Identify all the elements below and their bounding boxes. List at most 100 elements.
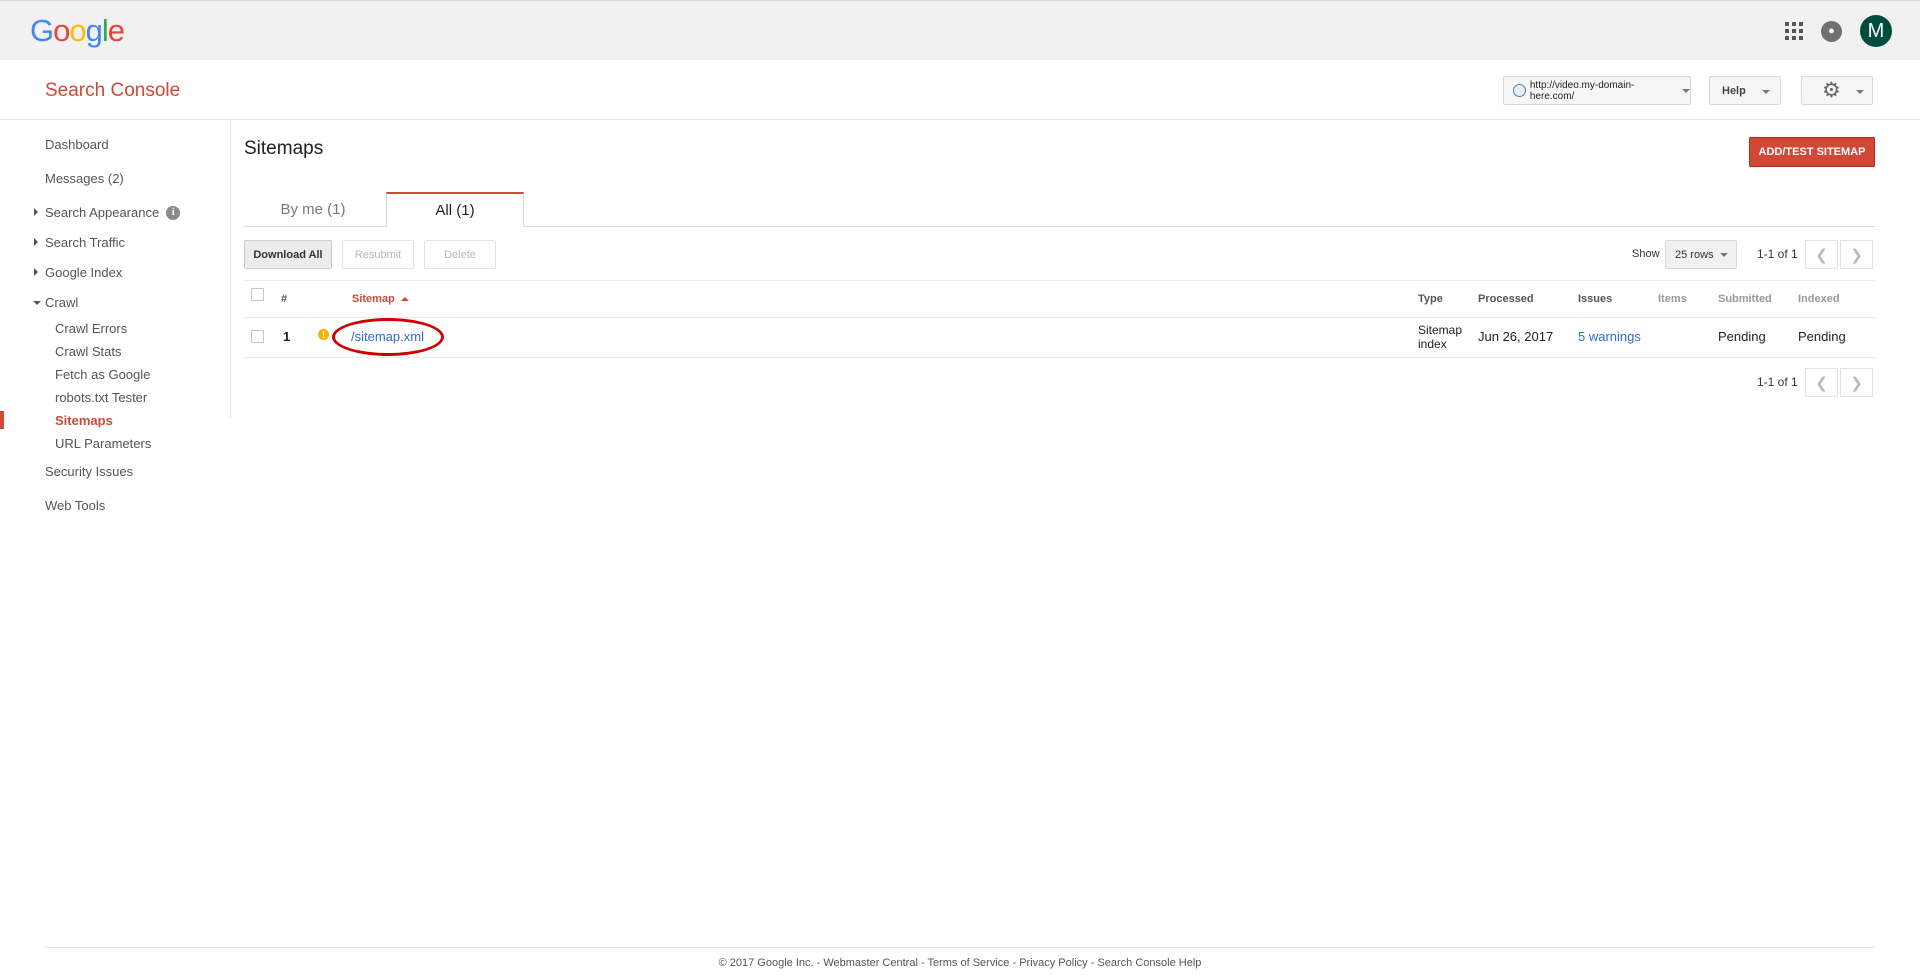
logo-letter: e	[107, 13, 125, 48]
chevron-down-icon	[1762, 90, 1770, 94]
rows-per-page-select[interactable]: 25 rows	[1665, 240, 1737, 269]
next-page-button[interactable]: ❯	[1840, 240, 1873, 269]
pager-text: 1-1 of 1	[1757, 247, 1798, 261]
row-indexed: Pending	[1798, 329, 1846, 344]
sidebar-item-crawl[interactable]: Crawl	[45, 295, 78, 310]
tab-by-me[interactable]: By me (1)	[244, 192, 382, 227]
bottom-prev-page-button[interactable]: ❮	[1805, 368, 1838, 397]
expand-arrow-icon[interactable]	[34, 208, 38, 216]
table-bottom-border	[244, 357, 1875, 358]
sidebar-item-url-parameters[interactable]: URL Parameters	[55, 436, 151, 451]
site-selector[interactable]: http://video.my-domain-here.com/	[1503, 76, 1691, 105]
footer-separator: -	[1009, 957, 1020, 969]
column-header-sitemap[interactable]: Sitemap	[352, 293, 409, 305]
chevron-left-icon: ❮	[1815, 374, 1828, 392]
sidebar-item-search-traffic[interactable]: Search Traffic	[45, 235, 125, 250]
table-header-border	[244, 317, 1875, 318]
sort-ascending-icon	[400, 297, 409, 301]
active-indicator	[0, 411, 4, 429]
help-button[interactable]: Help	[1709, 76, 1781, 105]
sidebar-item-messages[interactable]: Messages (2)	[45, 171, 124, 186]
sidebar-item-security-issues[interactable]: Security Issues	[45, 464, 133, 479]
chevron-down-icon	[1682, 88, 1690, 93]
logo-letter: o	[69, 13, 86, 48]
sidebar-item-crawl-stats[interactable]: Crawl Stats	[55, 344, 121, 359]
footer: © 2017 Google Inc. - Webmaster Central -…	[0, 957, 1920, 969]
footer-separator: -	[813, 957, 824, 969]
sidebar-item-label: Search Appearance	[45, 205, 160, 220]
chevron-right-icon: ❯	[1850, 374, 1863, 392]
sidebar-item-crawl-errors[interactable]: Crawl Errors	[55, 321, 127, 336]
add-test-sitemap-button[interactable]: ADD/TEST SITEMAP	[1749, 137, 1875, 167]
prev-page-button[interactable]: ❮	[1805, 240, 1838, 269]
rows-value: 25 rows	[1675, 248, 1714, 261]
bottom-pager-text: 1-1 of 1	[1757, 375, 1798, 389]
footer-divider	[44, 947, 1875, 948]
sidebar-item-robots-tester[interactable]: robots.txt Tester	[55, 390, 147, 405]
row-issues-link[interactable]: 5 warnings	[1578, 329, 1641, 344]
collapse-arrow-icon[interactable]	[33, 301, 41, 305]
show-label: Show	[1632, 248, 1660, 260]
google-logo[interactable]: Google	[30, 13, 125, 49]
warning-icon[interactable]: !	[318, 329, 329, 340]
footer-link-privacy[interactable]: Privacy Policy	[1019, 957, 1087, 969]
sidebar-item-dashboard[interactable]: Dashboard	[45, 137, 109, 152]
gear-icon: ⚙	[1822, 79, 1841, 102]
google-bar: Google ● M	[0, 0, 1920, 60]
google-bar-actions: ● M	[1785, 15, 1892, 47]
row-type: Sitemap index	[1418, 323, 1462, 351]
column-header-number: #	[281, 293, 288, 305]
chevron-left-icon: ❮	[1815, 246, 1828, 264]
table-top-border	[244, 280, 1875, 281]
sidebar-item-search-appearance[interactable]: Search Appearance i	[45, 205, 181, 220]
column-header-indexed[interactable]: Indexed	[1798, 293, 1840, 305]
bottom-next-page-button[interactable]: ❯	[1840, 368, 1873, 397]
chevron-down-icon	[1719, 252, 1728, 257]
expand-arrow-icon[interactable]	[34, 238, 38, 246]
sidebar-item-sitemaps[interactable]: Sitemaps	[55, 413, 113, 428]
footer-link-help[interactable]: Search Console Help	[1097, 957, 1201, 969]
column-header-sitemap-label: Sitemap	[352, 293, 395, 305]
footer-separator: -	[1087, 957, 1098, 969]
sitemap-link[interactable]: /sitemap.xml	[351, 329, 424, 344]
column-header-processed[interactable]: Processed	[1478, 293, 1534, 305]
select-all-checkbox[interactable]	[251, 288, 264, 301]
row-checkbox[interactable]	[251, 330, 264, 343]
delete-button[interactable]: Delete	[424, 240, 496, 269]
column-header-issues[interactable]: Issues	[1578, 293, 1612, 305]
chevron-right-icon: ❯	[1850, 246, 1863, 264]
resubmit-button[interactable]: Resubmit	[342, 240, 414, 269]
globe-icon	[1513, 84, 1526, 97]
column-header-items[interactable]: Items	[1658, 293, 1687, 305]
row-number: 1	[283, 329, 291, 344]
row-type-line1: Sitemap	[1418, 323, 1463, 337]
footer-copyright: © 2017 Google Inc.	[718, 957, 814, 969]
sidebar-item-fetch-as-google[interactable]: Fetch as Google	[55, 367, 150, 382]
download-all-button[interactable]: Download All	[244, 240, 332, 269]
row-type-line2: index	[1418, 337, 1447, 351]
expand-arrow-icon[interactable]	[34, 268, 38, 276]
apps-grid-icon[interactable]	[1785, 22, 1803, 40]
logo-letter: g	[85, 13, 103, 48]
footer-link-webmaster-central[interactable]: Webmaster Central	[823, 957, 918, 969]
row-submitted: Pending	[1718, 329, 1766, 344]
help-label: Help	[1722, 84, 1746, 97]
column-header-type[interactable]: Type	[1418, 293, 1443, 305]
logo-letter: G	[30, 13, 54, 48]
info-icon[interactable]: i	[166, 205, 181, 220]
page-title: Sitemaps	[244, 138, 324, 159]
settings-button[interactable]: ⚙	[1801, 76, 1873, 105]
column-header-submitted[interactable]: Submitted	[1718, 293, 1772, 305]
app-header: Search Console http://video.my-domain-he…	[0, 60, 1920, 120]
site-url: http://video.my-domain-here.com/	[1529, 79, 1635, 102]
tab-all[interactable]: All (1)	[386, 192, 524, 227]
app-title[interactable]: Search Console	[45, 80, 180, 102]
chevron-down-icon	[1856, 90, 1864, 94]
sidebar-item-google-index[interactable]: Google Index	[45, 265, 122, 280]
avatar[interactable]: M	[1860, 15, 1892, 47]
footer-link-terms[interactable]: Terms of Service	[927, 957, 1009, 969]
sidebar-item-web-tools[interactable]: Web Tools	[45, 498, 105, 513]
bell-icon[interactable]: ●	[1821, 20, 1842, 42]
logo-letter: o	[53, 13, 70, 48]
row-processed: Jun 26, 2017	[1478, 329, 1554, 344]
